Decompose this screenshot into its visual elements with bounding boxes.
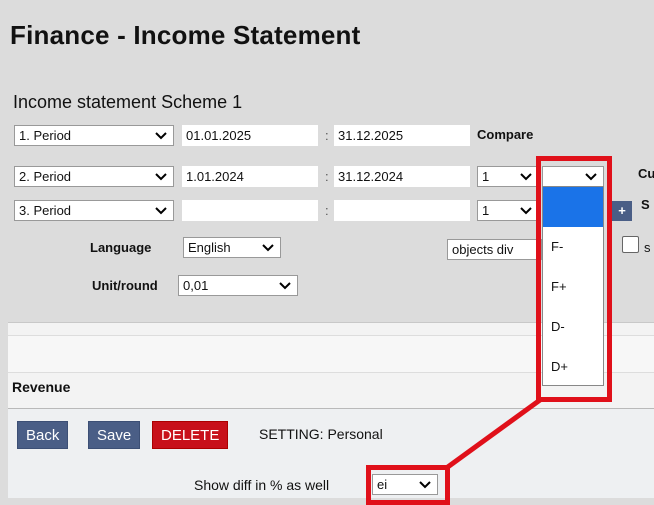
annotation-connector [443, 397, 542, 472]
